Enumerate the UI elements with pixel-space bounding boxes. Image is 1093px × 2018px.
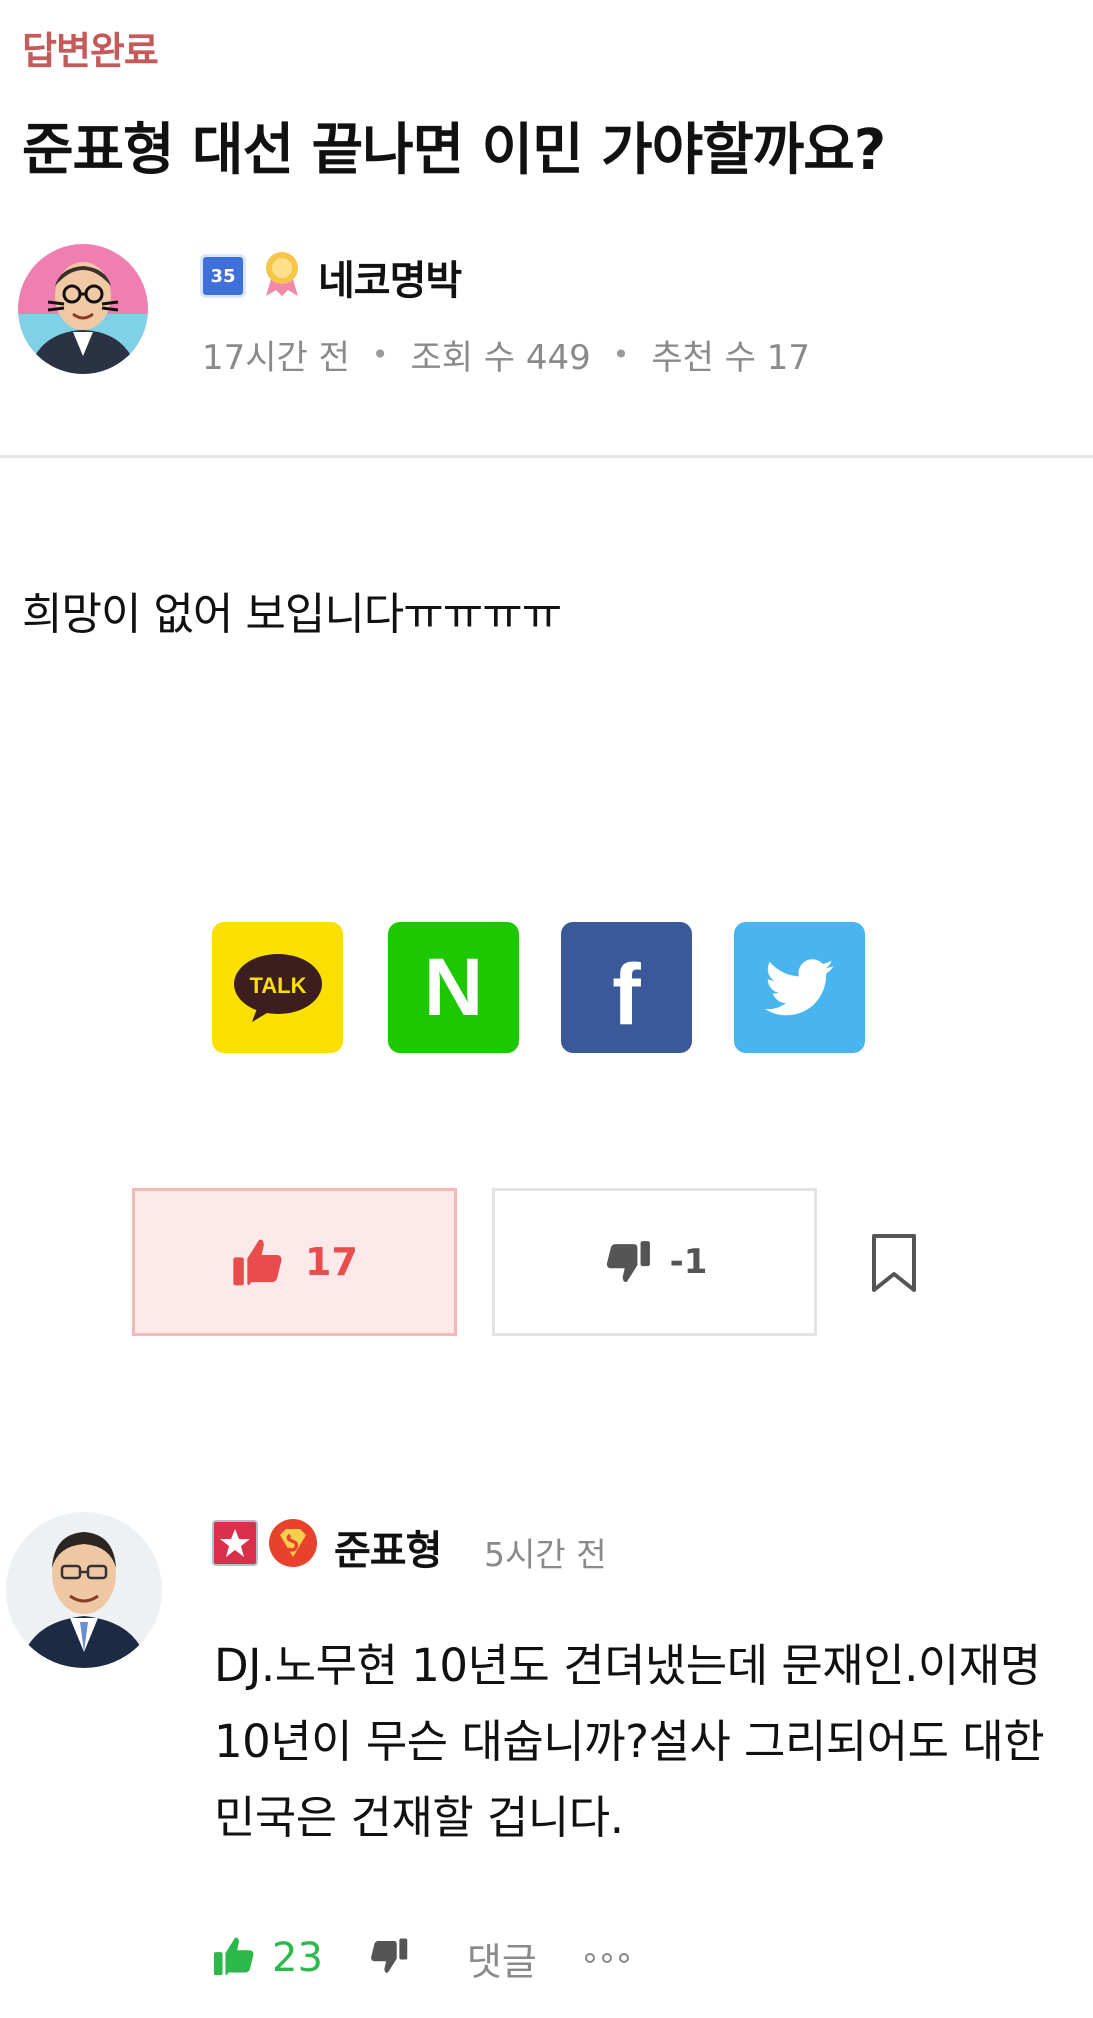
twitter-bird-icon [764, 958, 834, 1015]
post-body: 희망이 없어 보입니다ㅠㅠㅠㅠ [22, 589, 562, 640]
award-ribbon-icon [260, 250, 304, 302]
more-options-icon[interactable] [584, 1953, 629, 1963]
comment-actions: 23 댓글 [212, 1928, 629, 1988]
share-facebook-button[interactable]: f [561, 922, 692, 1053]
thumbs-down-icon [606, 1241, 650, 1282]
thumbs-up-icon [233, 1239, 282, 1286]
level-badge: 35 [200, 254, 246, 298]
comment-like-count: 23 [272, 1935, 323, 1981]
star-badge-icon [212, 1520, 258, 1570]
post-title: 준표형 대선 끝나면 이민 가야할까요? [22, 118, 886, 183]
naver-icon: N [423, 941, 484, 1033]
svg-text:TALK: TALK [249, 973, 306, 998]
comment-time: 5시간 전 [484, 1535, 607, 1574]
upvote-count: 17 [305, 1240, 358, 1284]
post-meta: 17시간 전 • 조회 수 449 • 추천 수 17 [202, 330, 810, 379]
comment-reply-button[interactable]: 댓글 [467, 1931, 537, 1986]
meta-separator: • [371, 338, 389, 371]
view-count: 조회 수 449 [410, 338, 591, 378]
author-avatar[interactable] [18, 244, 148, 374]
facebook-icon: f [612, 946, 641, 1043]
author-name[interactable]: 네코명박 [318, 248, 462, 306]
commenter-avatar[interactable] [6, 1512, 162, 1668]
superman-badge-icon [268, 1518, 318, 1572]
comment-text: DJ.노무현 10년도 견뎌냈는데 문재인.이재명 10년이 무슨 대숩니까?설… [214, 1639, 1045, 1844]
upvote-button[interactable]: 17 [132, 1188, 457, 1336]
downvote-button[interactable]: -1 [492, 1188, 817, 1336]
comment-like-icon[interactable] [212, 1933, 258, 1983]
recommend-count: 추천 수 17 [651, 338, 811, 378]
comment-dislike-icon[interactable] [367, 1935, 409, 1981]
post-status-label: 답변완료 [22, 29, 159, 73]
post-time: 17시간 전 [202, 338, 350, 378]
meta-separator: • [612, 338, 630, 371]
kakao-talk-icon: TALK [233, 953, 322, 1022]
downvote-count: -1 [669, 1242, 708, 1282]
header-divider [0, 455, 1093, 458]
share-kakao-button[interactable]: TALK [212, 922, 343, 1053]
bookmark-icon[interactable] [868, 1232, 920, 1296]
share-twitter-button[interactable] [734, 922, 865, 1053]
commenter-name[interactable]: 준표형 [334, 1518, 442, 1576]
share-naver-button[interactable]: N [388, 922, 519, 1053]
